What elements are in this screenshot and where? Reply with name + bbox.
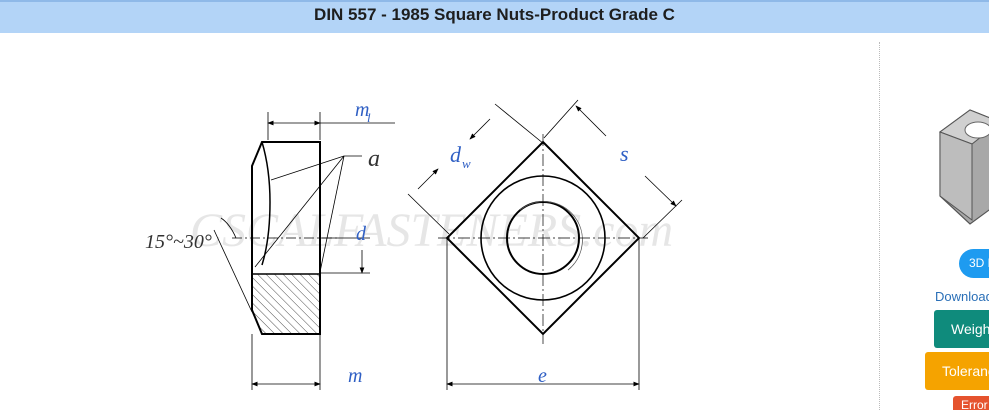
error-button[interactable]: Error xyxy=(953,396,989,410)
sidebar: 3D M Download Weight Tolerance Error xyxy=(880,34,989,410)
label-m: m xyxy=(348,365,362,387)
label-e: e xyxy=(538,365,547,387)
title-bar: DIN 557 - 1985 Square Nuts-Product Grade… xyxy=(0,0,989,33)
label-dw: d xyxy=(450,142,462,167)
download-link[interactable]: Download xyxy=(935,289,989,304)
label-angle: 15°~30° xyxy=(145,231,212,253)
technical-drawing: CSCALFASTENERS.com m l a 15°~30° d m d w… xyxy=(0,34,878,410)
label-m1-subscript: l xyxy=(367,110,371,125)
nut-3d-image xyxy=(938,109,989,225)
watermark: CSCALFASTENERS.com xyxy=(190,204,673,257)
tolerance-button[interactable]: Tolerance xyxy=(925,352,989,390)
3d-model-button[interactable]: 3D M xyxy=(959,249,989,278)
label-s: s xyxy=(620,141,629,166)
label-d: d xyxy=(356,223,367,245)
label-a: a xyxy=(368,146,380,172)
weight-button[interactable]: Weight xyxy=(934,310,989,348)
page-title: DIN 557 - 1985 Square Nuts-Product Grade… xyxy=(314,5,675,24)
label-dw-subscript: w xyxy=(462,156,471,171)
